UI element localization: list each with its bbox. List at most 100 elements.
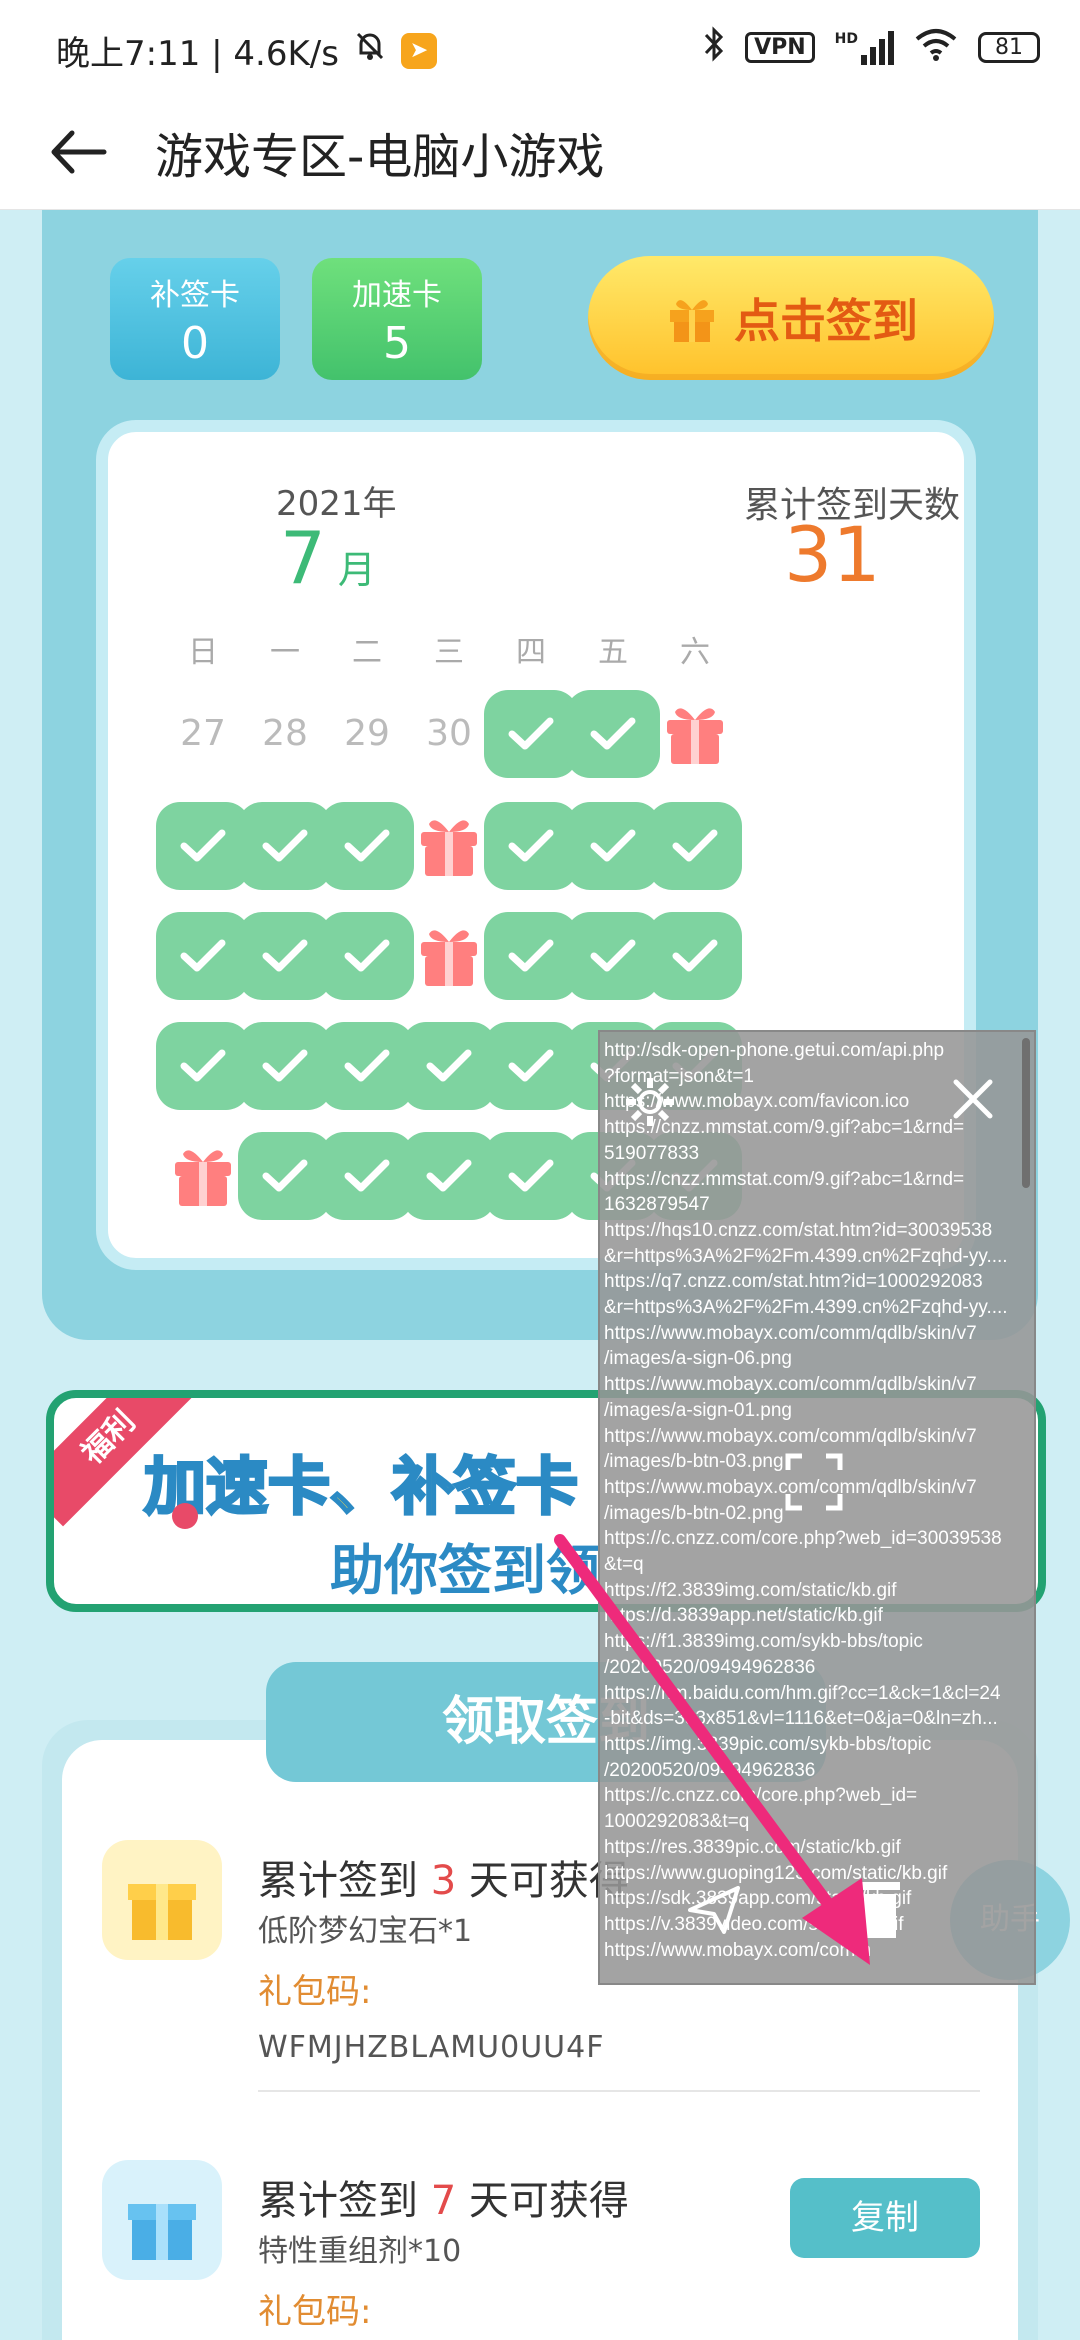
calendar-month-number: 7	[280, 516, 326, 600]
overlay-scrollbar[interactable]	[1022, 1038, 1030, 1188]
log-line: 519077833	[604, 1142, 700, 1164]
log-line: http://sdk-open-phone.getui.com/api.php	[604, 1040, 945, 1061]
signed-day	[566, 690, 660, 778]
page-title: 游戏专区-电脑小游戏	[155, 129, 605, 185]
check-icon	[402, 1022, 496, 1110]
log-line: &r=https%3A%2F%2Fm.4399.cn%2Fzqhd-yy....	[604, 1245, 1008, 1267]
divider	[258, 2090, 980, 2092]
total-days-value: 31	[784, 510, 881, 599]
gift-day	[648, 690, 742, 778]
prev-month-day: 27	[156, 690, 250, 778]
calendar-month: 7月	[280, 516, 376, 600]
reward-title: 累计签到 7 天可获得	[258, 2168, 629, 2226]
check-icon	[156, 802, 250, 890]
prev-month-day: 30	[402, 690, 496, 778]
speedup-card-button[interactable]: 加速卡 5	[312, 258, 482, 380]
bell-muted-icon	[353, 29, 387, 72]
signin-button[interactable]: 点击签到	[588, 256, 994, 380]
gift-day	[156, 1132, 250, 1220]
check-icon	[238, 802, 332, 890]
gear-icon[interactable]	[620, 1072, 680, 1132]
signed-day	[484, 912, 578, 1000]
check-icon	[156, 912, 250, 1000]
signed-day	[484, 1132, 578, 1220]
gift-code-label: 礼包码:	[258, 2292, 372, 2332]
check-icon	[484, 1022, 578, 1110]
signed-day	[566, 912, 660, 1000]
signed-day	[320, 912, 414, 1000]
check-icon	[648, 912, 742, 1000]
gift-icon	[402, 912, 496, 992]
calendar-month-unit: 月	[337, 548, 376, 592]
signed-day	[402, 1022, 496, 1110]
gift-icon	[156, 1132, 250, 1212]
signed-day	[484, 802, 578, 890]
check-icon	[566, 802, 660, 890]
log-line: https://q7.cnzz.com/stat.htm?id=10002920…	[604, 1271, 983, 1293]
signed-day	[648, 802, 742, 890]
reward-title-prefix: 累计签到	[258, 1858, 418, 1904]
wifi-icon	[914, 27, 958, 68]
check-icon	[238, 912, 332, 1000]
gift-day	[402, 802, 496, 890]
log-line: /images/a-sign-06.png	[604, 1348, 792, 1370]
check-icon	[320, 1132, 414, 1220]
weekday-wed: 三	[434, 635, 464, 670]
gift-icon	[648, 690, 742, 770]
check-icon	[402, 1132, 496, 1220]
makeup-card-button[interactable]: 补签卡 0	[110, 258, 280, 380]
gift-icon	[670, 300, 714, 342]
check-icon	[320, 912, 414, 1000]
app-header: 游戏专区-电脑小游戏	[0, 95, 1080, 210]
day-number: 28	[262, 713, 308, 754]
signed-day	[156, 912, 250, 1000]
signed-day	[156, 1022, 250, 1110]
status-bar: 晚上7:11 | 4.6K/s ➤ VPN HD 81	[0, 0, 1080, 95]
reward-title-suffix: 天可获得	[468, 2178, 629, 2224]
signed-day	[320, 1132, 414, 1220]
check-icon	[320, 802, 414, 890]
gift-box-blue-icon	[102, 2160, 222, 2280]
signed-day	[484, 1022, 578, 1110]
signed-day	[156, 802, 250, 890]
log-line: 1632879547	[604, 1194, 710, 1216]
signed-day	[484, 690, 578, 778]
day-number: 29	[344, 713, 390, 754]
check-icon	[648, 802, 742, 890]
gift-day	[402, 912, 496, 1000]
app-notification-icon: ➤	[400, 32, 437, 69]
weekday-mon: 一	[270, 635, 300, 670]
banner-headline: 加速卡、补签卡	[142, 1449, 579, 1525]
arrow-left-icon	[51, 130, 107, 174]
log-line: https://cnzz.mmstat.com/9.gif?abc=1&rnd=	[604, 1168, 965, 1190]
signed-day	[320, 1022, 414, 1110]
fullscreen-icon[interactable]	[782, 1450, 846, 1514]
back-button[interactable]	[44, 117, 114, 187]
log-line: https://www.mobayx.com/comm/qdlb/skin/v7	[604, 1425, 977, 1447]
vpn-badge: VPN	[745, 32, 815, 63]
signed-day	[238, 802, 332, 890]
gift-icon	[402, 802, 496, 882]
log-line: https://hqs10.cnzz.com/stat.htm?id=30039…	[604, 1219, 993, 1241]
status-time: 晚上7:11 | 4.6K/s	[56, 34, 339, 74]
decor-dot	[172, 1503, 198, 1529]
signed-day	[648, 912, 742, 1000]
signed-day	[566, 802, 660, 890]
status-right: VPN HD 81	[703, 26, 1040, 69]
status-left: 晚上7:11 | 4.6K/s ➤	[56, 26, 437, 75]
weekday-fri: 五	[598, 635, 628, 670]
speedup-card-label: 加速卡	[352, 278, 442, 313]
log-line: /images/a-sign-01.png	[604, 1399, 792, 1421]
reward-title-prefix: 累计签到	[258, 2178, 418, 2224]
makeup-card-label: 补签卡	[150, 278, 240, 313]
copy-button[interactable]: 复制	[790, 2178, 980, 2258]
day-number: 30	[426, 713, 472, 754]
weekday-sat: 六	[680, 635, 710, 670]
signal-label: HD	[834, 30, 858, 47]
close-icon[interactable]	[948, 1074, 998, 1124]
speedup-card-count: 5	[383, 318, 411, 369]
bluetooth-icon	[703, 26, 725, 69]
battery-indicator: 81	[978, 32, 1040, 63]
reward-days: 3	[430, 1858, 457, 1904]
signed-day	[320, 802, 414, 890]
